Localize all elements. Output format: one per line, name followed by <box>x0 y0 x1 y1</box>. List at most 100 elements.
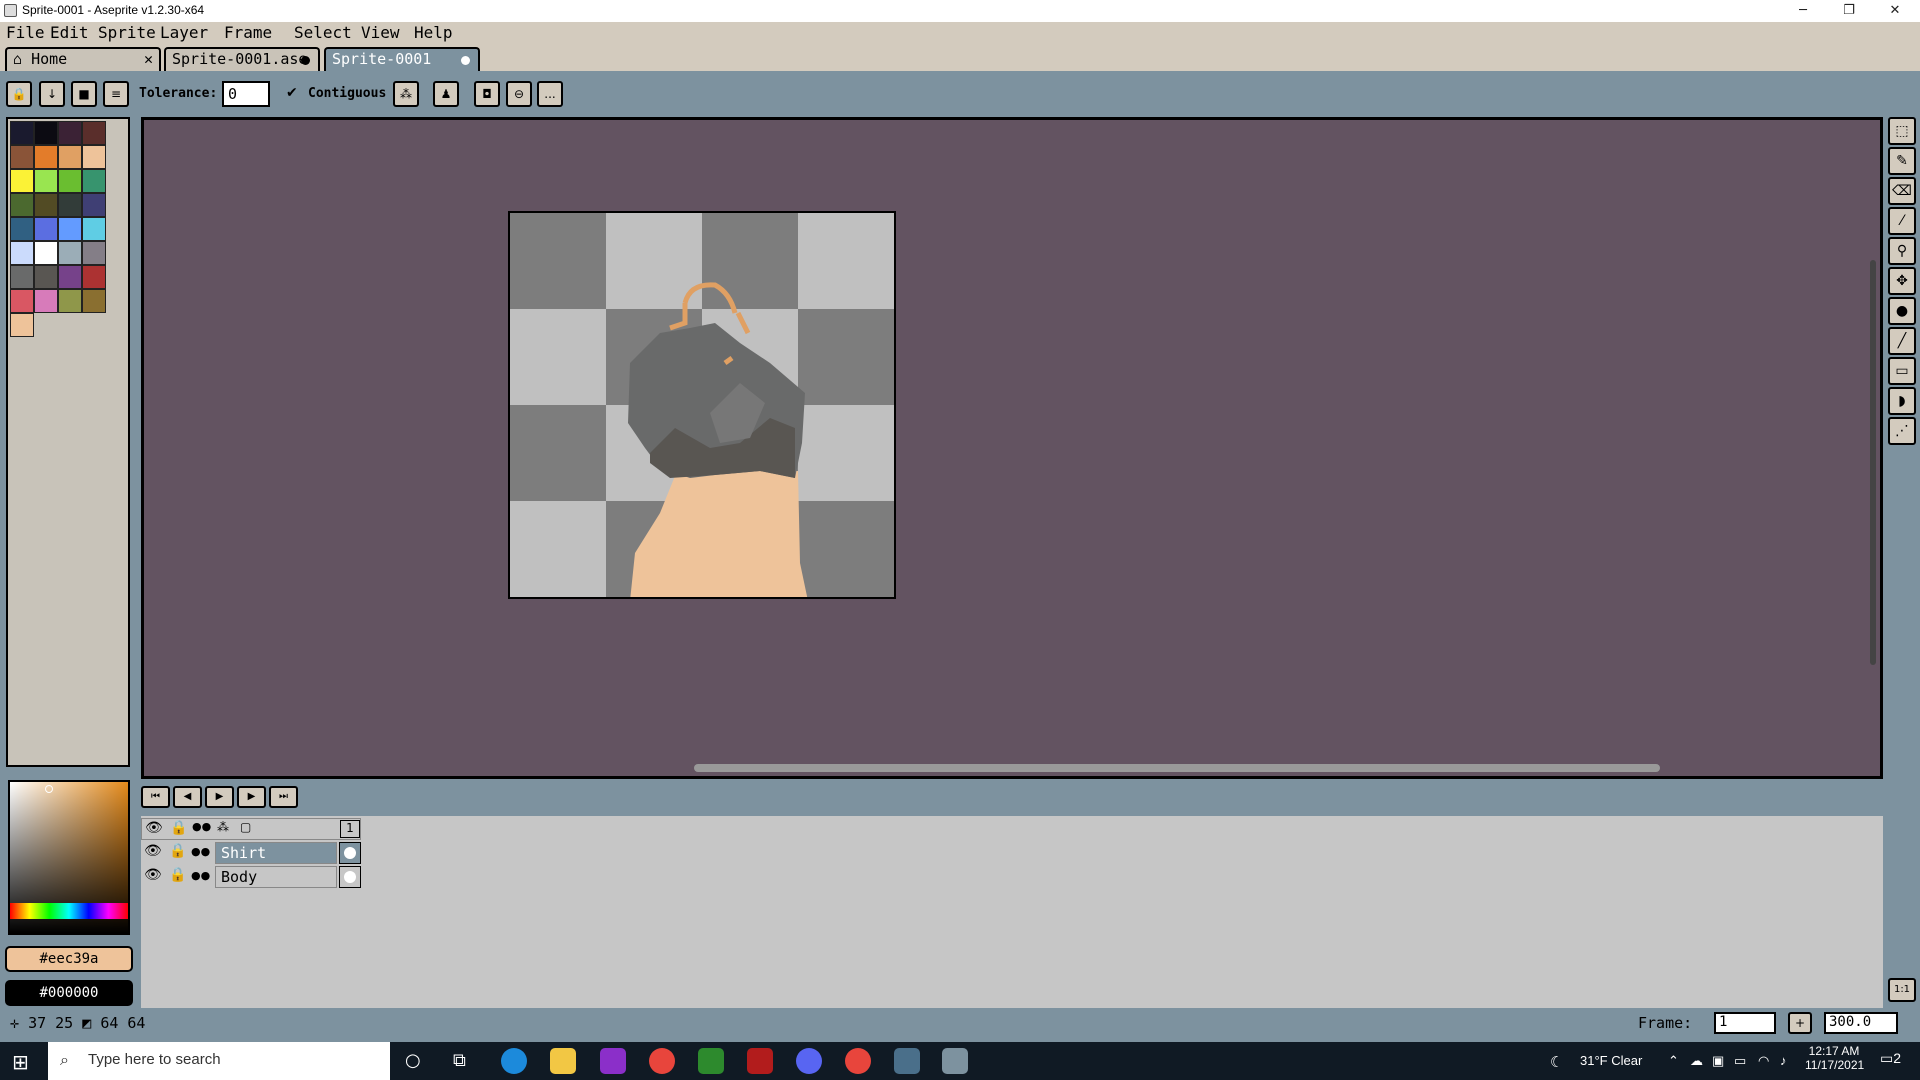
menu-view[interactable]: View <box>361 23 400 42</box>
palette-swatch[interactable] <box>82 265 106 289</box>
continuous-icon[interactable]: ●● <box>191 845 210 858</box>
link-cels-icon[interactable]: ▢ <box>240 820 251 834</box>
continuous-icon[interactable]: ●● <box>191 869 210 882</box>
more-options-button[interactable]: ... <box>537 81 563 107</box>
layer-name-body[interactable]: Body <box>215 866 337 888</box>
line-icon[interactable]: ╱ <box>1888 327 1916 355</box>
palette-swatch[interactable] <box>34 265 58 289</box>
weather-text[interactable]: 31°F Clear <box>1580 1053 1642 1068</box>
previous-frame-icon[interactable]: ◀ <box>173 786 202 808</box>
chrome-icon[interactable] <box>649 1048 675 1074</box>
task-view-icon[interactable]: ⧉ <box>453 1050 466 1071</box>
lock-icon[interactable]: 🔒 <box>6 81 32 107</box>
menu-frame[interactable]: Frame <box>224 23 272 42</box>
layer-name-shirt[interactable]: Shirt <box>215 842 337 864</box>
clock[interactable]: 12:17 AM 11/17/2021 <box>1805 1044 1864 1072</box>
arrow-down-icon[interactable]: ↓ <box>39 81 65 107</box>
palette-swatch[interactable] <box>82 217 106 241</box>
tab-sprite-active[interactable]: Sprite-0001 <box>324 47 480 72</box>
windows-start-icon[interactable]: ⊞ <box>12 1050 29 1074</box>
eye-header-icon[interactable]: 👁 <box>145 820 163 836</box>
square-icon[interactable]: ■ <box>71 81 97 107</box>
palette-swatch[interactable] <box>58 169 82 193</box>
hue-slider[interactable] <box>10 903 128 919</box>
pencil-icon[interactable]: ✎ <box>1888 147 1916 175</box>
palette-swatch[interactable] <box>82 193 106 217</box>
palette-swatch[interactable] <box>34 193 58 217</box>
tab-close-icon[interactable]: ✕ <box>144 50 153 68</box>
battery-icon[interactable]: ▭ <box>1734 1053 1746 1069</box>
palette-swatch[interactable] <box>10 145 34 169</box>
color-picker-cursor[interactable] <box>45 785 53 793</box>
tray-chevron-icon[interactable]: ⌃ <box>1668 1053 1679 1069</box>
restore-button[interactable]: ❐ <box>1826 0 1872 22</box>
zoom-input[interactable]: 300.0 <box>1824 1012 1898 1034</box>
marquee-icon[interactable]: ⬚ <box>1888 117 1916 145</box>
palette-swatch[interactable] <box>10 313 34 337</box>
first-frame-icon[interactable]: ⏮ <box>141 786 170 808</box>
eye-icon[interactable]: 👁 <box>144 867 162 883</box>
tolerance-input[interactable]: 0 <box>222 81 270 107</box>
mirror-icon[interactable]: ⊖ <box>506 81 532 107</box>
menu-file[interactable]: File <box>6 23 45 42</box>
palette-swatch[interactable] <box>10 121 34 145</box>
background-color-box[interactable]: #000000 <box>5 980 133 1006</box>
foreground-color-box[interactable]: #eec39a <box>5 946 133 972</box>
eye-icon[interactable]: 👁 <box>144 843 162 859</box>
pixel-pattern-icon[interactable]: ⁂ <box>393 81 419 107</box>
layer-row-shirt[interactable]: 👁 🔒 ●● Shirt <box>141 842 361 864</box>
discord-icon[interactable] <box>796 1048 822 1074</box>
palette-swatch[interactable] <box>34 241 58 265</box>
vertical-scrollbar[interactable] <box>1870 260 1876 665</box>
menu-edit[interactable]: Edit <box>50 23 89 42</box>
notifications-icon[interactable]: ▭2 <box>1880 1050 1901 1067</box>
app-icon-purple[interactable] <box>600 1048 626 1074</box>
palette-swatch[interactable] <box>10 193 34 217</box>
tab-sprite-ase[interactable]: Sprite-0001.ase <box>164 47 320 71</box>
chrome-icon-2[interactable] <box>845 1048 871 1074</box>
menu-layer[interactable]: Layer <box>160 23 208 42</box>
cel-shirt[interactable] <box>339 842 361 864</box>
palette-swatch[interactable] <box>82 241 106 265</box>
palette-swatch[interactable] <box>34 217 58 241</box>
palette-swatch[interactable] <box>58 241 82 265</box>
paint-bucket-icon[interactable]: ● <box>1888 297 1916 325</box>
next-frame-icon[interactable]: ▶ <box>237 786 266 808</box>
palette-swatch[interactable] <box>10 169 34 193</box>
ink-icon[interactable]: ♟ <box>433 81 459 107</box>
tray-app-icon[interactable]: ▣ <box>1712 1053 1724 1069</box>
palette-swatch[interactable] <box>10 217 34 241</box>
palette-swatch[interactable] <box>58 217 82 241</box>
palette-swatch[interactable] <box>58 265 82 289</box>
menu-select[interactable]: Select <box>294 23 352 42</box>
aseprite-taskbar-icon[interactable] <box>942 1048 968 1074</box>
eraser-icon[interactable]: ⌫ <box>1888 177 1916 205</box>
cel-body[interactable] <box>339 866 361 888</box>
play-icon[interactable]: ▶ <box>205 786 234 808</box>
frame-header[interactable]: 1 <box>340 820 360 838</box>
palette-swatch[interactable] <box>58 145 82 169</box>
canvas-area[interactable] <box>141 117 1883 779</box>
symmetry-icon[interactable]: ◘ <box>474 81 500 107</box>
minimize-button[interactable]: ─ <box>1780 0 1826 22</box>
xbox-icon[interactable] <box>698 1048 724 1074</box>
move-icon[interactable]: ✥ <box>1888 267 1916 295</box>
palette-swatch[interactable] <box>82 169 106 193</box>
frame-input[interactable]: 1 <box>1714 1012 1776 1034</box>
palette-swatch[interactable] <box>58 121 82 145</box>
lock-icon[interactable]: 🔒 <box>169 867 186 883</box>
last-frame-icon[interactable]: ⏭ <box>269 786 298 808</box>
tab-home[interactable]: ⌂ Home ✕ <box>5 47 161 71</box>
add-frame-icon[interactable]: + <box>1788 1012 1812 1034</box>
lock-icon[interactable]: 🔒 <box>169 843 186 859</box>
continuous-header-icon[interactable]: ●● <box>192 820 211 833</box>
layer-row-body[interactable]: 👁 🔒 ●● Body <box>141 866 361 888</box>
checkmark-icon[interactable]: ✔ <box>286 85 298 101</box>
layer-group-icon[interactable]: ⁂ <box>217 820 229 834</box>
cortana-icon[interactable]: ○ <box>405 1050 421 1071</box>
app-icon-red[interactable] <box>747 1048 773 1074</box>
zoom-icon[interactable]: ⚲ <box>1888 237 1916 265</box>
zoom-1-1-icon[interactable]: 1:1 <box>1888 978 1916 1002</box>
palette-swatch[interactable] <box>34 145 58 169</box>
horizontal-scrollbar[interactable] <box>694 764 1660 772</box>
